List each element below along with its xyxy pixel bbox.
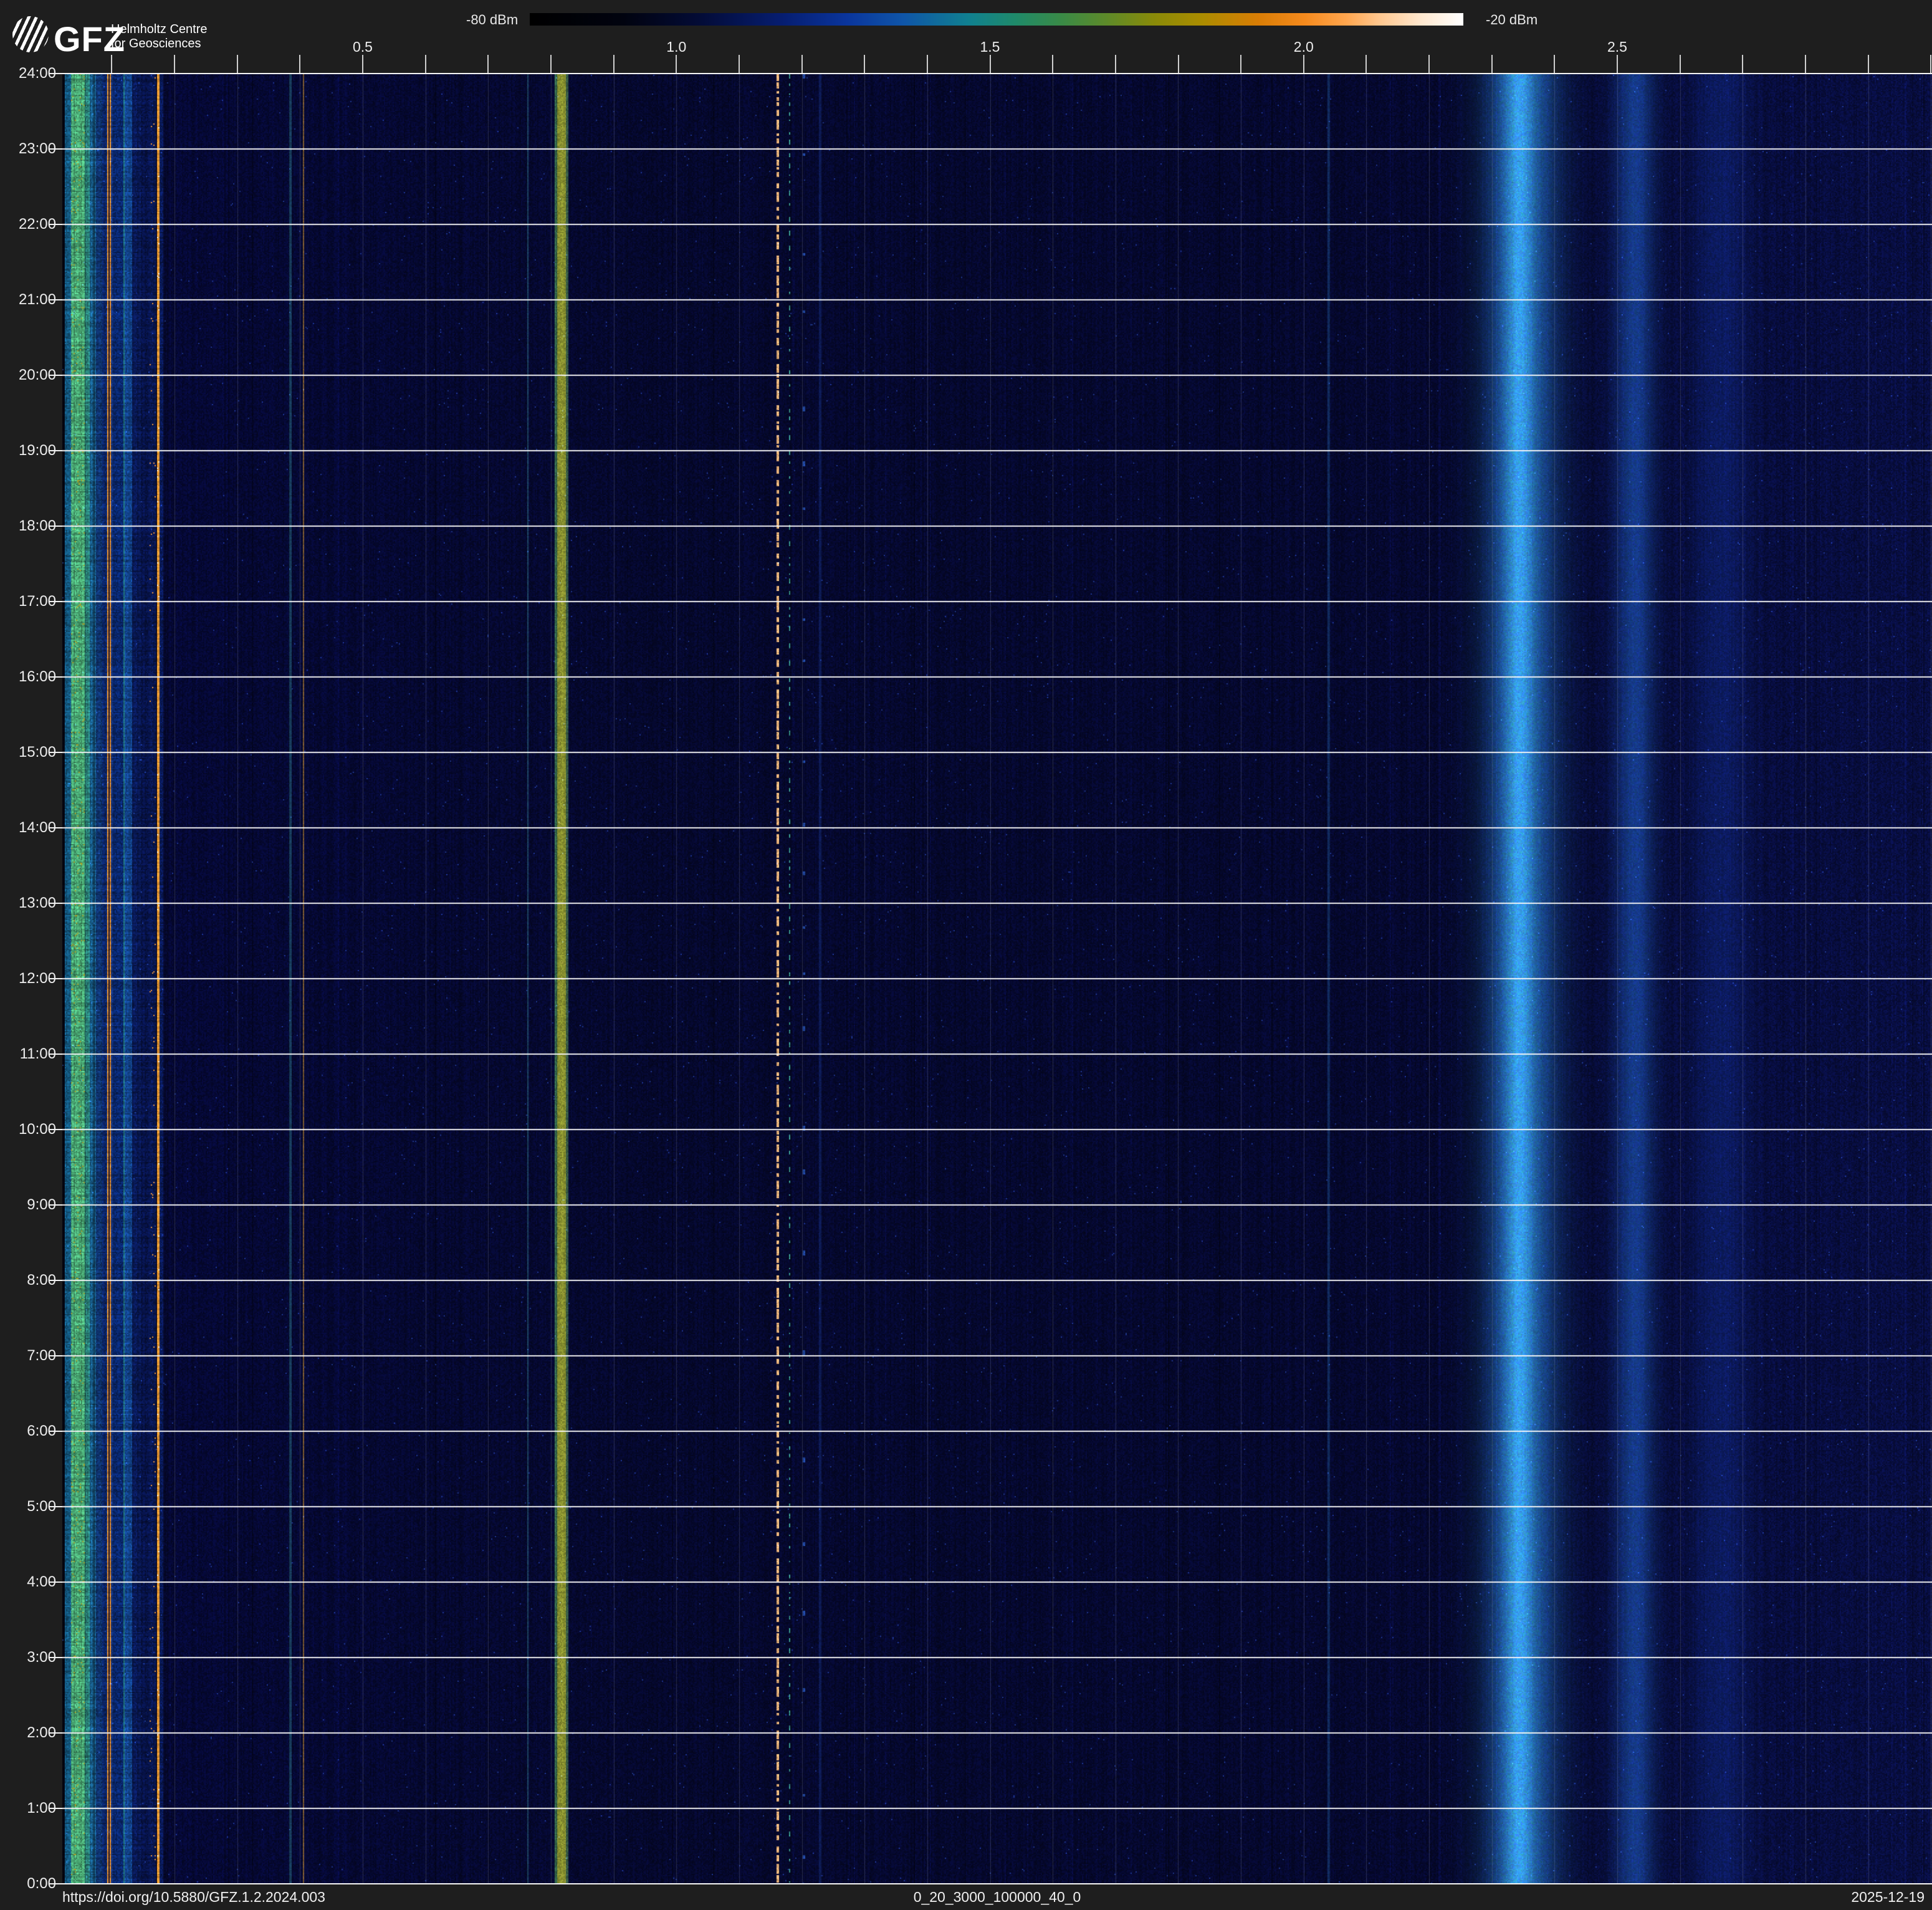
time-tick [49,148,62,150]
time-tick [49,1280,62,1281]
freq-tick [1303,55,1304,74]
colorbar-min-label: -80 dBm [466,12,517,28]
time-tick [49,73,62,74]
footer-dataset-name: 0_20_3000_100000_40_0 [62,1889,1932,1906]
freq-tick [1742,55,1743,74]
time-tick [49,299,62,300]
time-tick [49,1431,62,1432]
time-tick [49,1204,62,1206]
spectrogram-canvas [62,74,1932,1884]
time-tick [49,676,62,678]
freq-tick [1365,55,1367,74]
time-tick [49,525,62,527]
time-tick [49,1355,62,1356]
freq-tick [1617,55,1618,74]
freq-tick [1805,55,1806,74]
plot-area [62,74,1932,1884]
time-tick [49,1732,62,1734]
freq-tick [299,55,300,74]
freq-tick [550,55,552,74]
freq-tick-label: 1.5 [972,39,1009,55]
freq-tick [739,55,740,74]
freq-tick [801,55,803,74]
freq-tick [1680,55,1681,74]
freq-tick [1240,55,1241,74]
footer-date: 2025-12-19 [1851,1889,1925,1906]
time-tick [49,375,62,376]
colorbar [530,13,1463,26]
freq-tick [237,55,238,74]
time-tick [49,1657,62,1658]
freq-tick [1491,55,1493,74]
time-tick [49,827,62,828]
time-tick [49,1506,62,1507]
gfz-globe-icon [12,16,49,52]
freq-tick [864,55,865,74]
freq-tick-label: 1.0 [658,39,695,55]
freq-tick [990,55,991,74]
freq-tick [487,55,489,74]
gfz-org-line2: for Geosciences [111,37,208,51]
plot-bottom-axis-line [62,1883,1932,1884]
time-tick [49,224,62,225]
time-tick [49,1129,62,1130]
freq-tick [927,55,928,74]
time-tick [49,978,62,979]
freq-tick-label: 2.0 [1285,39,1322,55]
spectrogram-page: GFZ Helmholtz Centre for Geosciences -80… [0,0,1932,1910]
freq-tick [613,55,615,74]
time-tick [49,450,62,451]
freq-tick [1178,55,1179,74]
freq-tick [111,55,112,74]
gfz-org-line1: Helmholtz Centre [111,22,208,37]
freq-tick [1115,55,1116,74]
time-tick [49,752,62,753]
freq-tick [676,55,677,74]
freq-tick [1930,55,1931,74]
time-tick [49,1053,62,1055]
freq-tick [1052,55,1053,74]
colorbar-max-label: -20 dBm [1486,12,1537,28]
time-tick [49,601,62,602]
freq-tick [362,55,363,74]
freq-tick [425,55,426,74]
time-tick [49,1883,62,1884]
freq-tick-label: 2.5 [1599,39,1636,55]
time-tick [49,1581,62,1583]
freq-tick [1428,55,1430,74]
freq-tick-label: 0.5 [344,39,381,55]
time-tick [49,1808,62,1809]
freq-tick [1554,55,1555,74]
gfz-org-name: Helmholtz Centre for Geosciences [111,22,208,51]
plot-top-axis-line [62,73,1932,74]
freq-tick [1868,55,1869,74]
time-tick [49,903,62,904]
freq-tick [174,55,175,74]
